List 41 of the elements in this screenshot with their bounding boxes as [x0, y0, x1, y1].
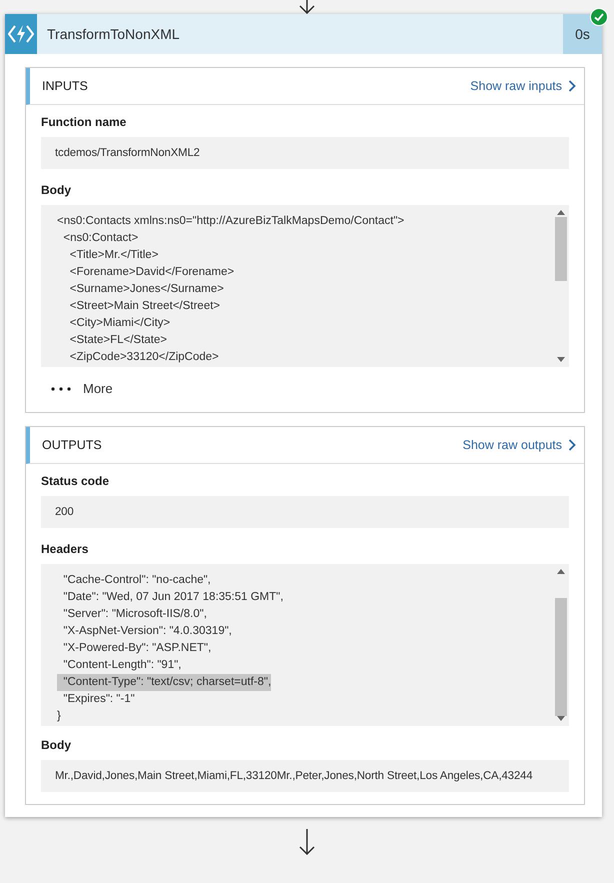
code-line: <Street>Main Street</Street> [68, 299, 220, 314]
ellipsis-icon [51, 386, 71, 390]
field-label: Function name [41, 114, 128, 131]
code-line: } [57, 709, 61, 724]
more-button[interactable]: More [41, 377, 123, 412]
chevron-right-icon [568, 80, 576, 92]
scroll-up-icon[interactable] [556, 209, 566, 215]
code-line: <Title>Mr.</Title> [68, 248, 158, 263]
down-arrow-icon [297, 829, 317, 855]
field-label: Headers [41, 541, 90, 558]
code-line: "Date": "Wed, 07 Jun 2017 18:35:51 GMT", [62, 590, 284, 605]
code-line: <Surname>Jones</Surname> [68, 282, 224, 297]
code-line: <Forename>David</Forename> [68, 265, 234, 280]
code-line: <State>FL</State> [68, 333, 167, 348]
code-line: <ns0:Contacts xmlns:ns0="http://AzureBizTalkMapsDemo/Contact"> [57, 214, 404, 229]
code-line: <ns0:Contact> [62, 231, 138, 246]
section-title: INPUTS [42, 79, 88, 93]
show-raw-link[interactable]: Show raw inputs [470, 79, 576, 93]
show-raw-link[interactable]: Show raw outputs [462, 438, 576, 452]
field-value: tcdemos/TransformNonXML2 [41, 137, 569, 169]
action-header[interactable]: TransformToNonXML 0s [5, 14, 602, 54]
code-line: "Server": "Microsoft-IIS/8.0", [62, 607, 207, 622]
field-value: Mr.,David,Jones,Main Street,Miami,FL,33120Mr.,Peter,Jones,North Street,Los Angeles,CA,43244 [41, 760, 569, 792]
code-line: "Cache-Control": "no-cache", [62, 573, 211, 588]
down-arrow-icon [297, 0, 317, 14]
chevron-right-icon [568, 439, 576, 451]
action-title: TransformToNonXML [46, 25, 181, 44]
code-line: "X-AspNet-Version": "4.0.30319", [62, 624, 232, 639]
code-line: "X-Powered-By": "ASP.NET", [62, 641, 212, 656]
field-label: Status code [41, 473, 110, 490]
scroll-up-icon[interactable] [556, 568, 566, 574]
code-line: "Content-Length": "91", [62, 658, 182, 673]
field-value: 200 [41, 496, 569, 528]
field-label: Body [41, 182, 72, 199]
section-title: OUTPUTS [42, 438, 102, 452]
scroll-down-icon[interactable] [556, 357, 566, 363]
code-line: <City>Miami</City> [68, 316, 170, 331]
field-label: Body [41, 737, 72, 754]
duration-label: 0s [563, 14, 602, 54]
code-line: "Expires": "-1" [62, 692, 135, 707]
code-line: <ZipCode>33120</ZipCode> [68, 350, 219, 365]
